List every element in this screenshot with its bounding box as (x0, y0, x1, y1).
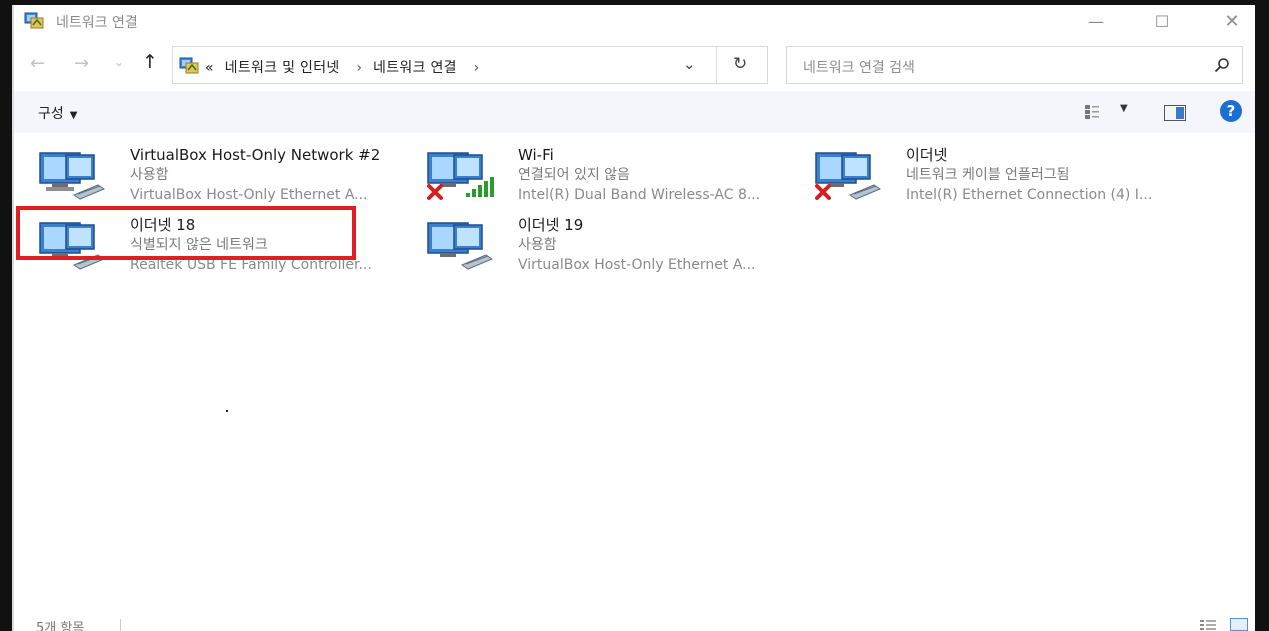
item-text: VirtualBox Host-Only Network #2 사용함 Virt… (130, 145, 380, 205)
network-connections-icon (179, 57, 199, 74)
search-input[interactable]: 네트워크 연결 검색 (786, 46, 1243, 84)
list-item-ethernet[interactable]: 이더넷 네트워크 케이블 언플러그됨 Intel(R) Ethernet Con… (814, 141, 1204, 203)
list-item-wifi[interactable]: Wi-Fi 연결되어 있지 않음 Intel(R) Dual Band Wire… (426, 141, 816, 203)
connection-status: 네트워크 케이블 언플러그됨 (906, 167, 1070, 183)
item-text: 이더넷 네트워크 케이블 언플러그됨 Intel(R) Ethernet Con… (906, 145, 1152, 205)
connection-device: VirtualBox Host-Only Ethernet A... (518, 257, 756, 273)
address-divider (716, 47, 717, 83)
connection-name: 이더넷 (906, 146, 948, 164)
close-button[interactable]: ✕ (1210, 9, 1254, 35)
view-options-caret-icon[interactable]: ▼ (1120, 103, 1128, 114)
connection-device: Intel(R) Dual Band Wireless-AC 8... (518, 187, 761, 203)
highlight-box (16, 206, 356, 260)
breadcrumb: « 네트워크 및 인터넷 › 네트워크 연결 › (205, 57, 486, 77)
connection-name: 이더넷 19 (518, 216, 584, 234)
maximize-button[interactable]: ☐ (1140, 9, 1184, 35)
refresh-icon[interactable]: ↻ (733, 54, 747, 74)
item-count: 5개 항목 (36, 621, 85, 631)
window-title: 네트워크 연결 (56, 15, 138, 31)
address-bar[interactable]: « 네트워크 및 인터넷 › 네트워크 연결 › ⌄ ↻ (172, 46, 768, 84)
back-arrow-icon[interactable]: ← (30, 53, 45, 74)
forward-arrow-icon[interactable]: → (74, 53, 89, 74)
item-text: 이더넷 19 사용함 VirtualBox Host-Only Ethernet… (518, 215, 756, 275)
list-item-virtualbox-network-2[interactable]: VirtualBox Host-Only Network #2 사용함 Virt… (38, 141, 428, 203)
large-icons-view-icon[interactable] (1230, 618, 1248, 631)
status-divider (120, 619, 121, 631)
command-bar: 구성 ▼ ▼ ? (14, 91, 1255, 133)
search-placeholder: 네트워크 연결 검색 (803, 60, 915, 76)
error-x-icon (427, 184, 443, 200)
title-bar[interactable]: 네트워크 연결 — ☐ ✕ (14, 5, 1255, 39)
connection-name: Wi-Fi (518, 146, 554, 164)
status-bar: 5개 항목 (14, 617, 1255, 631)
breadcrumb-separator[interactable]: › (474, 60, 480, 76)
list-item-ethernet-19[interactable]: 이더넷 19 사용함 VirtualBox Host-Only Ethernet… (426, 211, 816, 273)
preview-pane-icon[interactable] (1164, 105, 1186, 121)
recent-locations-chevron-icon[interactable]: ⌄ (114, 55, 124, 69)
connection-status: 사용함 (518, 237, 557, 253)
frame-edge-left (0, 0, 12, 631)
organize-menu-button[interactable]: 구성 ▼ (38, 103, 77, 123)
connection-name: VirtualBox Host-Only Network #2 (130, 146, 381, 164)
network-adapter-icon (39, 152, 106, 200)
organize-caret-icon: ▼ (69, 110, 78, 121)
network-adapter-icon (427, 222, 494, 270)
network-connections-icon (24, 12, 44, 29)
breadcrumb-overflow[interactable]: « (205, 60, 214, 76)
breadcrumb-network-internet[interactable]: 네트워크 및 인터넷 (225, 60, 340, 76)
breadcrumb-separator[interactable]: › (356, 60, 362, 76)
connection-device: Intel(R) Ethernet Connection (4) I... (906, 187, 1153, 203)
frame-edge-right (1255, 0, 1269, 631)
connection-device: VirtualBox Host-Only Ethernet A... (130, 187, 368, 203)
stray-dot (226, 410, 228, 412)
connections-list: VirtualBox Host-Only Network #2 사용함 Virt… (14, 133, 1255, 603)
organize-label: 구성 (38, 106, 64, 122)
explorer-window: 네트워크 연결 — ☐ ✕ ← → ⌄ ↑ « 네트워크 및 인터넷 › 네트워… (14, 5, 1255, 631)
connection-status: 연결되어 있지 않음 (518, 167, 630, 183)
item-text: Wi-Fi 연결되어 있지 않음 Intel(R) Dual Band Wire… (518, 145, 760, 205)
address-dropdown-chevron-icon[interactable]: ⌄ (683, 55, 696, 73)
address-row: ← → ⌄ ↑ « 네트워크 및 인터넷 › 네트워크 연결 › ⌄ ↻ 네트워… (14, 41, 1255, 85)
change-view-icon[interactable] (1084, 104, 1100, 120)
screenshot-frame: 네트워크 연결 — ☐ ✕ ← → ⌄ ↑ « 네트워크 및 인터넷 › 네트워… (0, 0, 1269, 631)
error-x-icon (815, 184, 831, 200)
search-icon[interactable] (1214, 57, 1230, 73)
breadcrumb-network-connections[interactable]: 네트워크 연결 (373, 60, 457, 76)
minimize-button[interactable]: — (1074, 9, 1118, 35)
up-arrow-icon[interactable]: ↑ (142, 51, 158, 73)
help-icon[interactable]: ? (1220, 100, 1242, 122)
details-view-icon[interactable] (1200, 619, 1216, 631)
connection-status: 사용함 (130, 167, 169, 183)
